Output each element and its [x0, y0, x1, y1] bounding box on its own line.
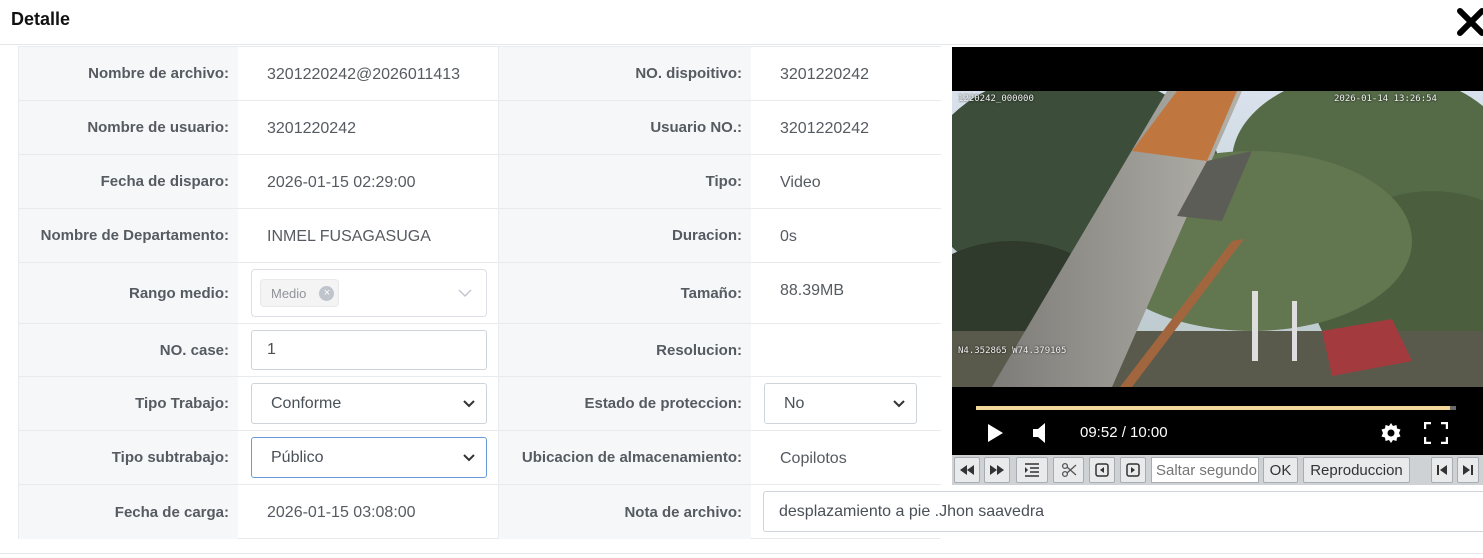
skip-start-button[interactable] — [1431, 457, 1453, 483]
skip-end-icon — [1463, 465, 1473, 475]
progress-bar[interactable] — [976, 406, 1456, 410]
proteccion-cell: No — [751, 377, 941, 430]
video-frame[interactable]: 1220242_000000 2026-01-14 13:26:54 N4.35… — [952, 91, 1483, 387]
field-value: 0s — [780, 228, 797, 245]
tipo-trabajo-select[interactable]: Conforme — [251, 383, 487, 424]
field-value: 2026-01-15 02:29:00 — [238, 155, 499, 208]
indent-list-icon — [1025, 463, 1039, 477]
field-value: INMEL FUSAGASUGA — [238, 209, 499, 262]
field-value: Video — [780, 174, 821, 191]
field-value: Copilotos — [780, 450, 847, 467]
field-label: Fecha de carga: — [19, 485, 238, 539]
field-label: Ubicacion de almacenamiento: — [499, 431, 751, 484]
player-controls: 09:52 / 10:00 — [952, 387, 1483, 455]
rango-medio-tag: Medio × — [260, 279, 340, 307]
osd-device-id: 1220242_000000 — [958, 94, 1034, 104]
rewind-icon — [960, 465, 974, 475]
table-row: Fecha de disparo: 2026-01-15 02:29:00 Ti… — [19, 154, 941, 208]
field-value: 3201220242 — [238, 101, 499, 154]
field-label: Usuario NO.: — [499, 101, 751, 154]
case-cell — [238, 324, 499, 376]
field-label: Tipo Trabajo: — [19, 377, 238, 430]
tag-label: Medio — [271, 285, 307, 301]
fast-forward-button[interactable] — [984, 457, 1010, 483]
video-player[interactable]: 1220242_000000 2026-01-14 13:26:54 N4.35… — [952, 47, 1483, 455]
field-value: 88.39MB — [780, 282, 845, 299]
case-number-input[interactable] — [251, 330, 487, 370]
field-label: Estado de proteccion: — [499, 377, 751, 430]
fullscreen-icon[interactable] — [1424, 422, 1448, 444]
field-label: Tipo: — [499, 155, 751, 208]
select-value: No — [784, 394, 805, 412]
select-value: Público — [271, 448, 324, 466]
scissors-icon — [1061, 462, 1076, 478]
time-display: 09:52 / 10:00 — [1080, 424, 1168, 441]
field-value: 2026-01-15 03:08:00 — [238, 485, 499, 539]
tipo-trabajo-cell: Conforme — [238, 377, 499, 430]
table-row: Tipo Trabajo: Conforme Estado de protecc… — [19, 376, 941, 430]
table-row: Nombre de archivo: 3201220242@2026011413… — [19, 46, 941, 100]
field-value: 3201220242 — [780, 66, 869, 83]
field-label: NO. case: — [19, 324, 238, 376]
volume-icon[interactable] — [1032, 422, 1050, 444]
rango-medio-cell: Medio × — [238, 263, 499, 323]
field-label: Nombre de Departamento: — [19, 209, 238, 262]
rango-medio-select[interactable]: Medio × — [251, 269, 487, 317]
table-row: Tipo subtrabajo: Público Ubicacion de al… — [19, 430, 941, 484]
skip-end-button[interactable] — [1457, 457, 1479, 483]
field-label: Tamaño: — [499, 263, 751, 323]
tipo-subtrabajo-select[interactable]: Público — [251, 437, 487, 478]
table-row: Rango medio: Medio × Tamaño: 88.39MB — [19, 262, 941, 323]
field-label: Tipo subtrabajo: — [19, 431, 238, 484]
rewind-button[interactable] — [954, 457, 980, 483]
estado-proteccion-select[interactable]: No — [764, 383, 917, 424]
field-label: Fecha de disparo: — [19, 155, 238, 208]
detail-table: Nombre de archivo: 3201220242@2026011413… — [18, 46, 941, 539]
field-label: Nombre de archivo: — [19, 47, 238, 100]
chevron-down-icon — [893, 400, 905, 408]
play-icon[interactable] — [986, 423, 1004, 443]
playback-toolbar: OK Reproduccion — [952, 455, 1483, 485]
dialog-header: Detalle — [0, 0, 1483, 45]
next-frame-button[interactable] — [1120, 457, 1146, 483]
chevron-down-icon — [458, 289, 472, 297]
field-label: Duracion: — [499, 209, 751, 262]
field-value — [751, 324, 941, 376]
clip-button[interactable] — [1053, 457, 1084, 483]
list-button[interactable] — [1016, 457, 1048, 483]
dialog-footer-divider — [0, 553, 1483, 554]
tag-remove-icon[interactable]: × — [319, 286, 335, 301]
nota-archivo-field[interactable]: desplazamiento a pie .Jhon saavedra — [763, 491, 1483, 532]
field-label: Rango medio: — [19, 263, 238, 323]
previous-frame-button[interactable] — [1089, 457, 1115, 483]
field-value: 3201220242 — [780, 120, 869, 137]
field-label: Resolucion: — [499, 324, 751, 376]
skip-start-icon — [1437, 465, 1447, 475]
osd-gps: N4.352865 W74.379105 — [958, 346, 1067, 356]
seek-seconds-input[interactable] — [1151, 457, 1259, 483]
frame-forward-icon — [1126, 463, 1140, 477]
frame-back-icon — [1095, 463, 1109, 477]
playback-mode-button[interactable]: Reproduccion — [1303, 457, 1410, 483]
settings-gear-icon[interactable] — [1379, 421, 1403, 445]
seek-ok-button[interactable]: OK — [1263, 457, 1298, 483]
field-value: 3201220242@2026011413 — [238, 47, 499, 100]
progress-fill — [976, 406, 1450, 410]
field-label: Nota de archivo: — [499, 485, 751, 539]
table-row: NO. case: Resolucion: — [19, 323, 941, 376]
chevron-down-icon — [463, 454, 475, 462]
table-row: Nombre de usuario: 3201220242 Usuario NO… — [19, 100, 941, 154]
fast-forward-icon — [990, 465, 1004, 475]
dialog-title: Detalle — [11, 9, 71, 29]
select-value: Conforme — [271, 394, 342, 412]
field-label: NO. dispoitivo: — [499, 47, 751, 100]
tipo-subtrabajo-cell: Público — [238, 431, 499, 484]
field-label: Nombre de usuario: — [19, 101, 238, 154]
video-scene-image — [952, 91, 1483, 387]
table-row: Nombre de Departamento: INMEL FUSAGASUGA… — [19, 208, 941, 262]
close-icon[interactable] — [1455, 5, 1483, 39]
osd-timestamp: 2026-01-14 13:26:54 — [1334, 94, 1437, 104]
chevron-down-icon — [463, 400, 475, 408]
